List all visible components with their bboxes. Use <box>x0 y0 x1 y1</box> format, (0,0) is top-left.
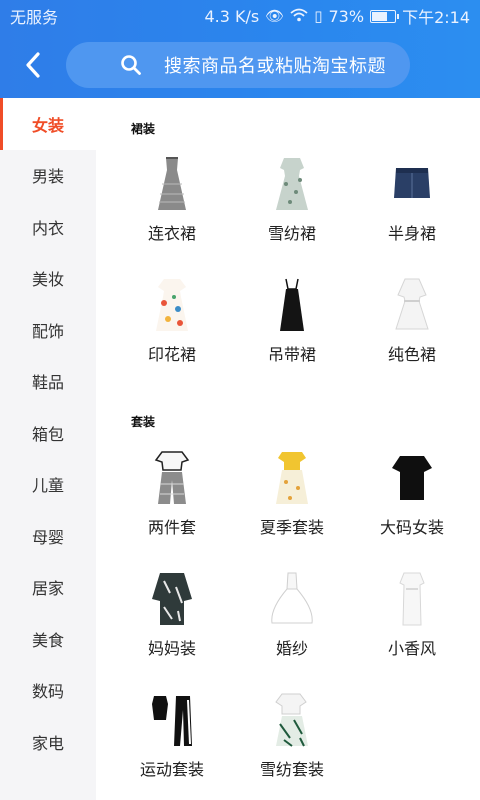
battery-icon <box>370 9 400 23</box>
sidebar-item-12[interactable]: 家电 <box>0 716 96 768</box>
print-dress-icon <box>150 275 194 333</box>
sidebar-item-label: 居家 <box>31 579 64 599</box>
sidebar-item-9[interactable]: 居家 <box>0 562 96 614</box>
battery-percent: 73% <box>328 6 365 26</box>
category-item[interactable]: 雪纺裙 <box>232 154 352 264</box>
sidebar-item-label: 箱包 <box>31 424 64 444</box>
section-title: 裙装 <box>131 122 156 136</box>
category-item[interactable]: 半身裙 <box>352 154 472 264</box>
subcategory-panel: 裙装连衣裙 雪纺裙 半身裙印花裙 吊带裙 纯色裙套装两件套 夏季套装 大码女装妈妈装 婚纱 小香… <box>96 98 480 800</box>
back-button[interactable] <box>0 32 66 98</box>
sidebar-item-2[interactable]: 内衣 <box>0 201 96 253</box>
plus-size-tee-icon <box>390 448 434 506</box>
top-header: 搜索商品名或粘贴淘宝标题 <box>0 32 480 98</box>
battery-level <box>372 11 387 21</box>
category-item-label: 雪纺裙 <box>267 224 316 243</box>
category-item-label: 半身裙 <box>387 224 436 243</box>
category-sidebar: 女装男装内衣美妆配饰鞋品箱包儿童母婴居家美食数码家电 <box>0 98 96 800</box>
category-item[interactable]: 雪纺套装 <box>232 690 352 800</box>
sidebar-item-label: 配饰 <box>31 321 64 341</box>
category-item-label: 妈妈装 <box>147 639 196 658</box>
sidebar-item-label: 男装 <box>31 167 64 187</box>
category-item-label: 婚纱 <box>275 639 308 658</box>
category-item-label: 运动套装 <box>139 760 204 779</box>
sidebar-item-1[interactable]: 男装 <box>0 150 96 202</box>
sidebar-item-label: 母婴 <box>31 527 64 547</box>
sidebar-item-label: 儿童 <box>31 476 64 496</box>
category-item[interactable]: 运动套装 <box>112 690 232 800</box>
category-item-label: 纯色裙 <box>387 345 436 364</box>
dress-gray-icon <box>150 154 194 212</box>
chiffon-set-icon <box>270 690 314 748</box>
category-item[interactable]: 夏季套装 <box>232 448 352 558</box>
category-item[interactable]: 妈妈装 <box>112 569 232 679</box>
slip-dress-icon <box>270 275 314 333</box>
mom-wear-icon <box>150 569 194 627</box>
chiffon-dress-icon <box>270 154 314 212</box>
category-item[interactable]: 两件套 <box>112 448 232 558</box>
sidebar-item-8[interactable]: 母婴 <box>0 510 96 562</box>
sidebar-item-label: 内衣 <box>31 218 64 238</box>
category-item[interactable]: 大码女装 <box>352 448 472 558</box>
sim-battery-icon: ▯ <box>314 6 323 25</box>
category-item[interactable]: 婚纱 <box>232 569 352 679</box>
category-item-label: 夏季套装 <box>259 518 324 537</box>
category-item[interactable]: 小香风 <box>352 569 472 679</box>
sidebar-item-label: 美食 <box>31 630 64 650</box>
sidebar-item-5[interactable]: 鞋品 <box>0 356 96 408</box>
search-icon <box>121 55 141 75</box>
wedding-dress-icon <box>270 569 314 627</box>
category-item-label: 连衣裙 <box>147 224 196 243</box>
chanel-style-icon <box>390 569 434 627</box>
category-item-label: 大码女装 <box>379 518 444 537</box>
sidebar-item-label: 家电 <box>31 733 64 753</box>
section-title: 套装 <box>131 415 156 429</box>
sport-set-icon <box>150 690 194 748</box>
category-item-label: 小香风 <box>387 639 436 658</box>
wifi-icon <box>290 8 308 25</box>
sidebar-item-10[interactable]: 美食 <box>0 613 96 665</box>
summer-set-icon <box>270 448 314 506</box>
network-speed: 4.3 K/s <box>204 6 260 26</box>
sidebar-item-6[interactable]: 箱包 <box>0 407 96 459</box>
sidebar-item-label: 数码 <box>31 682 64 702</box>
category-item[interactable]: 吊带裙 <box>232 275 352 385</box>
category-item-label: 两件套 <box>147 518 196 537</box>
status-right: 4.3 K/s 👁 ▯ 73% 下午2:14 <box>204 4 470 28</box>
search-input[interactable]: 搜索商品名或粘贴淘宝标题 <box>66 42 410 88</box>
two-piece-icon <box>150 448 194 506</box>
sidebar-item-11[interactable]: 数码 <box>0 665 96 717</box>
sidebar-item-label: 女装 <box>31 115 64 135</box>
carrier-text: 无服务 <box>10 8 59 27</box>
sidebar-item-0[interactable]: 女装 <box>0 98 96 150</box>
clock: 下午2:14 <box>402 8 470 27</box>
category-item[interactable]: 印花裙 <box>112 275 232 385</box>
category-item-label: 印花裙 <box>147 345 196 364</box>
sidebar-item-4[interactable]: 配饰 <box>0 304 96 356</box>
category-item-label: 吊带裙 <box>267 345 316 364</box>
sidebar-item-3[interactable]: 美妆 <box>0 253 96 305</box>
category-item[interactable]: 连衣裙 <box>112 154 232 264</box>
white-dress-icon <box>390 275 434 333</box>
sidebar-item-label: 鞋品 <box>31 373 64 393</box>
status-bar: 无服务 4.3 K/s 👁 ▯ 73% 下午2:14 <box>0 0 480 32</box>
category-item-label: 雪纺套装 <box>259 760 324 779</box>
denim-skirt-icon <box>390 154 434 212</box>
sidebar-item-label: 美妆 <box>31 270 64 290</box>
back-arrow-icon <box>26 52 40 78</box>
sidebar-item-7[interactable]: 儿童 <box>0 459 96 511</box>
eye-icon: 👁 <box>265 6 285 25</box>
category-item[interactable]: 纯色裙 <box>352 275 472 385</box>
search-placeholder: 搜索商品名或粘贴淘宝标题 <box>164 56 386 77</box>
